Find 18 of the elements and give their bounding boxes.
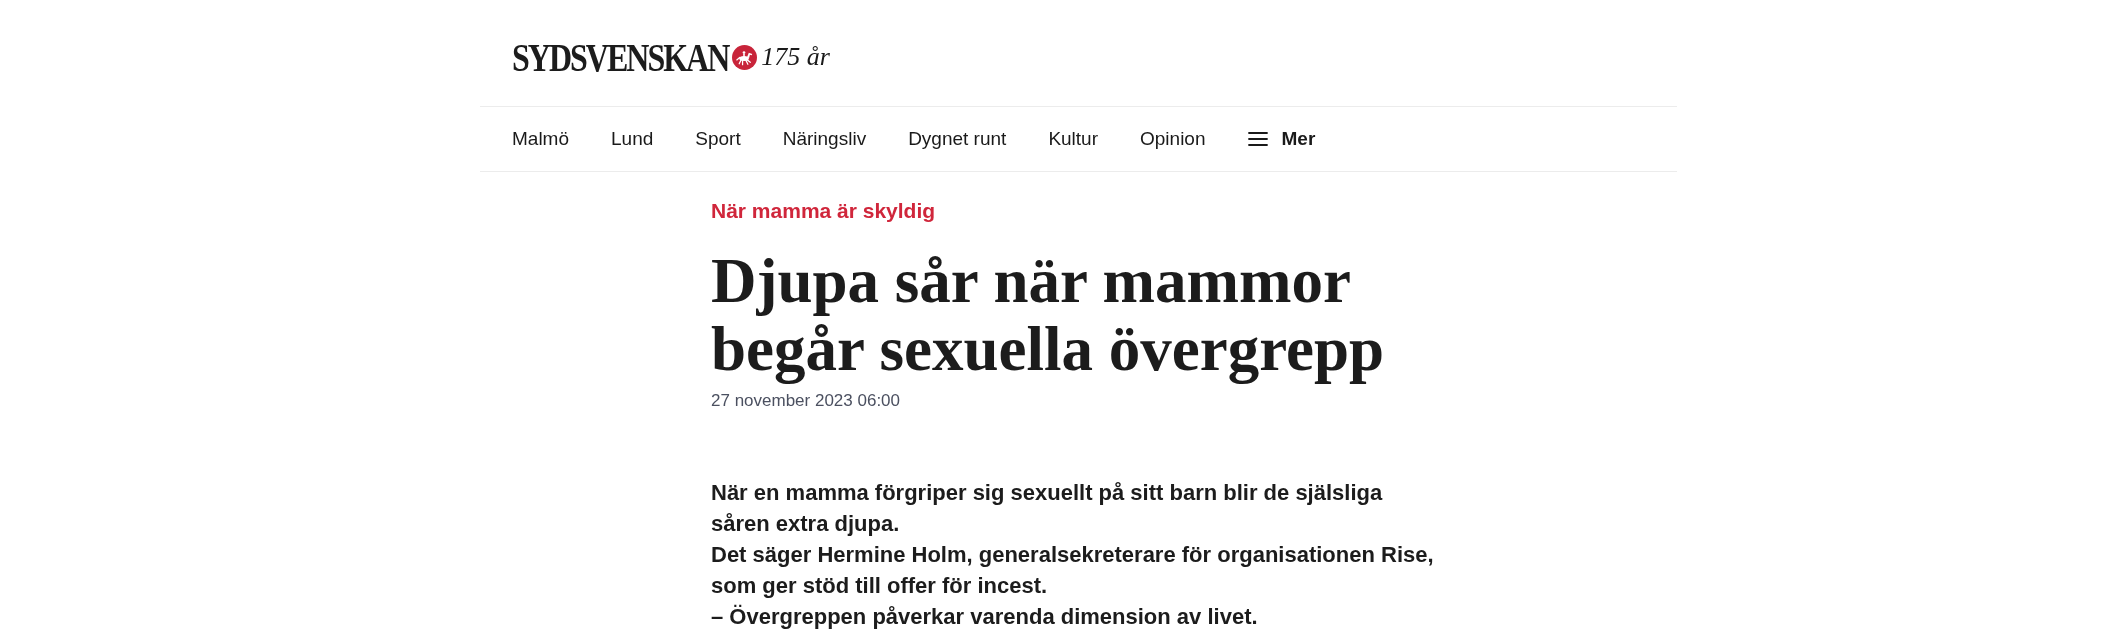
nav-link[interactable]: Näringsliv [782, 124, 867, 154]
anniversary-label: 175 år [761, 44, 830, 70]
topic-kicker-link[interactable]: När mamma är skyldig [711, 197, 936, 225]
lead-paragraph: Det säger Hermine Holm, generalsekreterare för organisationen Rise, som ger stöd till offer för incest. [711, 541, 1435, 600]
nav-link[interactable]: Dygnet runt [908, 124, 1007, 154]
nav-link[interactable]: Sport [695, 124, 741, 154]
nav-link[interactable]: Kultur [1048, 124, 1098, 154]
article-headline: Djupa sår när mammor begår sexuella övergrepp [711, 247, 1386, 383]
horse-emblem-icon [732, 44, 758, 70]
publish-date: 27 november 2023 06:00 [711, 390, 901, 412]
nav-link[interactable]: Lund [611, 124, 654, 154]
more-menu-button[interactable]: Mer [1247, 124, 1316, 154]
lead-paragraph: – Övergreppen påverkar varenda dimension av livet. [711, 603, 1259, 631]
nav-link[interactable]: Opinion [1140, 124, 1206, 154]
logo-wordmark[interactable]: SYDSVENSKAN [512, 37, 729, 77]
lead-paragraph: När en mamma förgriper sig sexuellt på sitt barn blir de själsliga såren extra djupa. [711, 479, 1384, 538]
menu-icon [1247, 131, 1268, 147]
nav-link[interactable]: Malmö [512, 124, 569, 154]
